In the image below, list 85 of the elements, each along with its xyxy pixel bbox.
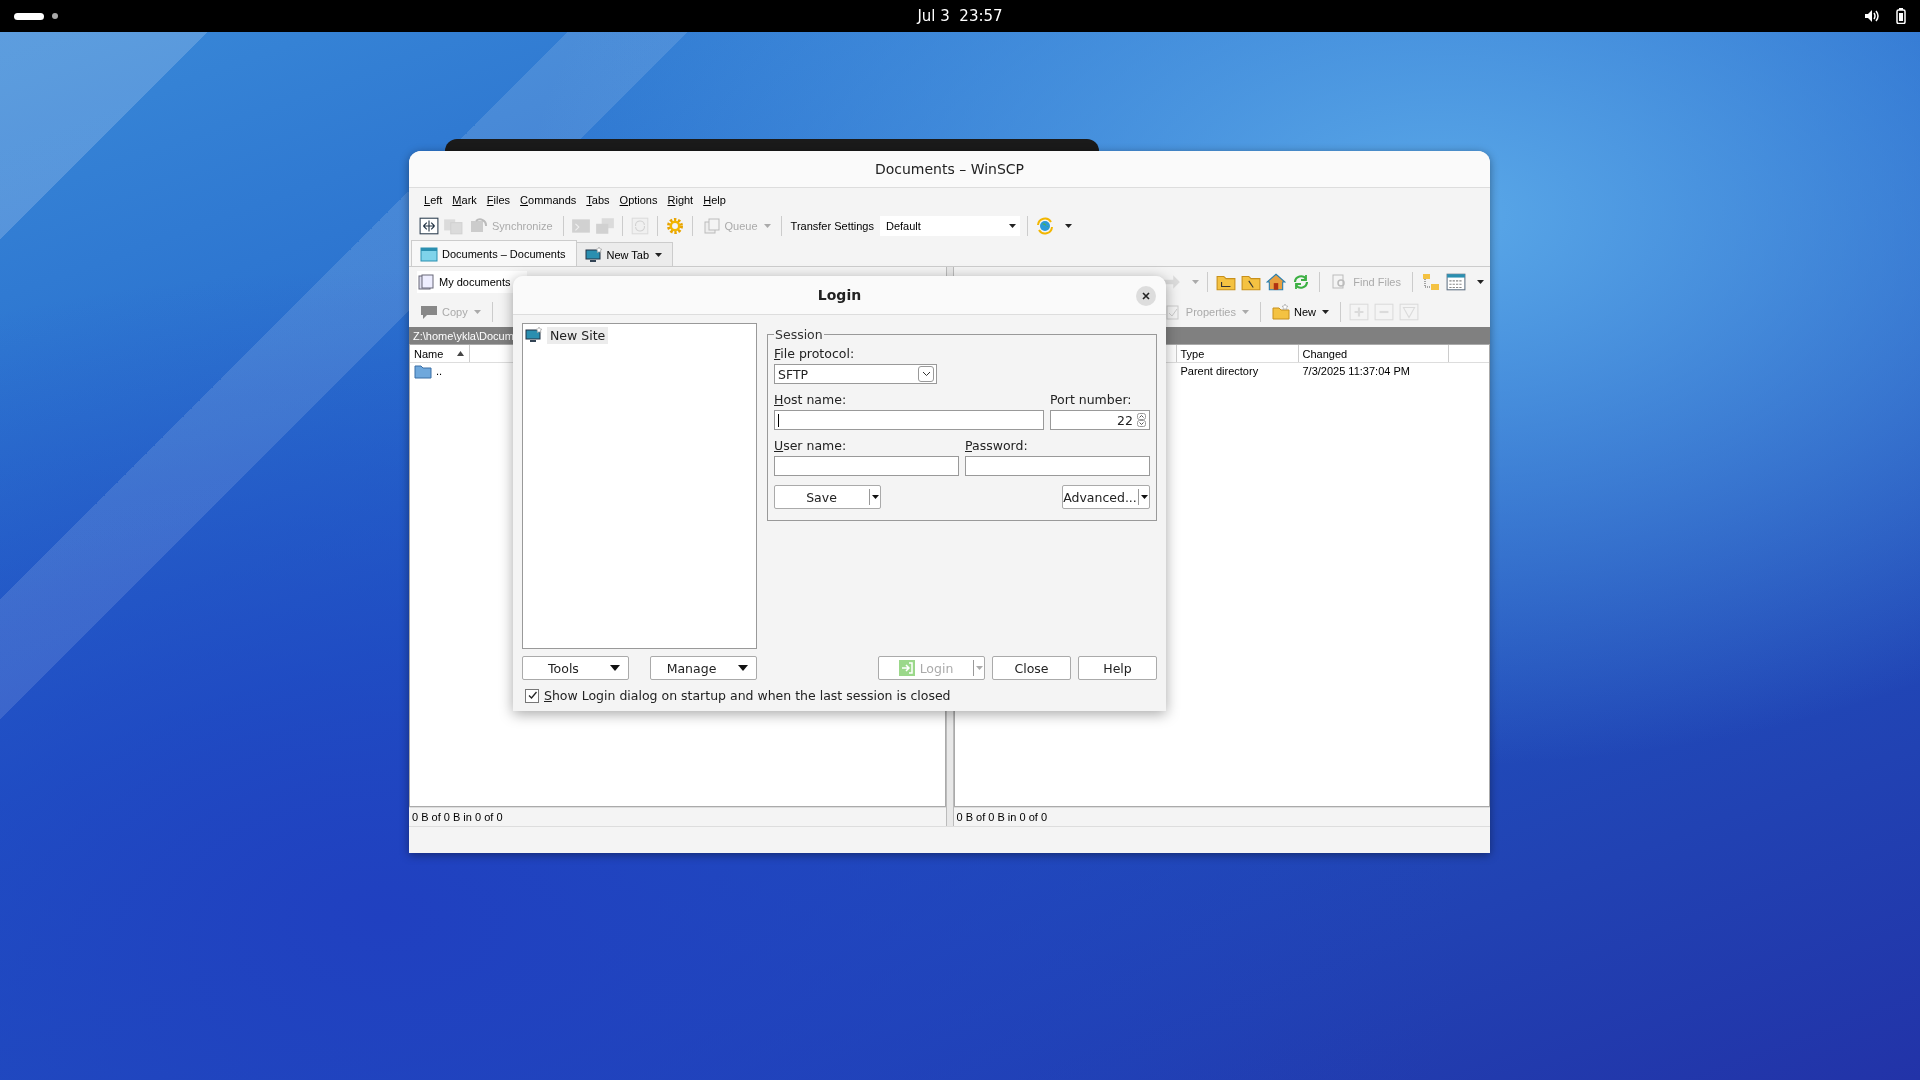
path-text: Z:\home\ykla\Docum <box>412 329 514 342</box>
root-folder-icon[interactable] <box>1241 273 1262 291</box>
transfer-settings-label: Transfer Settings <box>789 220 875 232</box>
folder-tree-icon[interactable] <box>1421 273 1441 291</box>
dropdown-arrow-icon <box>610 665 620 671</box>
workspace-dot-icon[interactable] <box>52 13 58 19</box>
settings-icon[interactable] <box>664 217 685 235</box>
dropdown-arrow-icon <box>1322 310 1329 314</box>
pages-icon <box>702 218 721 234</box>
folder-icon <box>414 363 432 379</box>
advanced-button[interactable]: Advanced... <box>1062 485 1150 509</box>
user-name-field[interactable] <box>774 456 959 476</box>
menu-item[interactable]: Right <box>662 194 699 206</box>
checkbox[interactable] <box>525 688 539 703</box>
parent-folder-icon[interactable] <box>1216 273 1237 291</box>
field-label: File protocol: <box>774 346 856 361</box>
close-icon <box>1142 292 1150 300</box>
dropdown-arrow-icon <box>763 224 771 228</box>
window-icon <box>420 245 438 262</box>
battery-icon[interactable] <box>1896 8 1906 24</box>
monitor-star-icon <box>584 246 603 263</box>
dropdown-arrow-icon <box>473 310 481 314</box>
help-button[interactable]: Help <box>1078 656 1157 680</box>
dropdown-arrow-icon <box>738 665 748 671</box>
host-name-field[interactable] <box>774 410 1044 430</box>
list-view-icon[interactable] <box>1446 273 1466 291</box>
home-icon[interactable] <box>1266 273 1287 291</box>
tab[interactable]: Documents – Documents <box>411 240 577 266</box>
documents-icon <box>417 274 435 290</box>
table-cell[interactable]: 7/3/2025 11:37:04 PM <box>1298 365 1449 377</box>
workspace-indicator-icon[interactable] <box>14 12 44 20</box>
spin-arrows-icon[interactable] <box>1137 413 1146 427</box>
monitor-star-icon <box>525 326 543 344</box>
login-icon <box>897 659 916 677</box>
menu-item[interactable]: Options <box>614 194 663 206</box>
file-protocol-dropdown[interactable]: SFTP <box>774 364 937 384</box>
field-label: Password: <box>965 438 1029 453</box>
group-label: Session <box>774 327 824 342</box>
folder-star-icon <box>1272 304 1290 320</box>
column-header[interactable]: Type <box>1176 345 1299 362</box>
close-button[interactable] <box>1136 286 1156 306</box>
compare-directories-icon[interactable] <box>419 217 439 235</box>
dropdown-arrow-icon <box>1140 495 1148 499</box>
site-item[interactable]: New Site <box>525 326 754 344</box>
dropdown-arrow-icon <box>1008 224 1016 228</box>
status-text: 0 B of 0 B in 0 of 0 <box>412 811 503 823</box>
window-title: Documents – WinSCP <box>874 161 1025 177</box>
port-number-field[interactable]: 22 <box>1050 410 1150 430</box>
dialog-title: Login <box>817 287 862 303</box>
dropdown-arrow-icon <box>655 252 663 257</box>
tools-button[interactable]: Tools <box>522 656 629 680</box>
table-cell[interactable]: Parent directory <box>1176 365 1299 377</box>
sort-arrow-icon <box>457 351 465 356</box>
chevron-down-icon <box>921 371 931 377</box>
dropdown-arrow-icon[interactable] <box>1477 280 1484 284</box>
menu-item[interactable]: Commands <box>515 194 582 206</box>
menu-item[interactable]: Tabs <box>581 194 615 206</box>
close-button[interactable]: Close <box>992 656 1071 680</box>
clock[interactable]: Jul 3 23:57 <box>917 7 1003 25</box>
save-button[interactable]: Save <box>774 485 881 509</box>
dropdown-arrow-icon[interactable] <box>1064 224 1072 228</box>
status-text: 0 B of 0 B in 0 of 0 <box>956 811 1047 823</box>
menu-item[interactable]: Mark <box>447 194 482 206</box>
field-label: User name: <box>774 438 848 453</box>
tab[interactable]: New Tab <box>575 242 674 266</box>
dropdown-arrow-icon <box>871 495 879 499</box>
dropdown-arrow-icon <box>1242 310 1249 314</box>
manage-button[interactable]: Manage <box>650 656 757 680</box>
location-dropdown[interactable]: My documents <box>417 271 527 293</box>
new-button[interactable]: New <box>1269 302 1332 322</box>
column-header[interactable]: Changed <box>1298 345 1449 362</box>
transfer-preset-dropdown[interactable]: Default <box>879 216 1020 236</box>
menu-item[interactable]: Files <box>481 194 516 206</box>
checkbox-label[interactable]: Show Login dialog on startup and when the last session is closed <box>544 688 951 703</box>
speech-bubble-icon <box>420 304 438 320</box>
menu-item[interactable]: Left <box>419 194 448 206</box>
column-header[interactable]: Name <box>410 345 470 362</box>
globe-sync-icon[interactable] <box>1034 217 1055 235</box>
dropdown-arrow-icon <box>975 666 983 670</box>
volume-icon[interactable] <box>1864 9 1880 23</box>
table-cell[interactable]: .. <box>410 363 470 379</box>
password-field[interactable] <box>965 456 1150 476</box>
field-label: Host name: <box>774 392 848 407</box>
field-label: Port number: <box>1050 392 1133 407</box>
menu-item[interactable]: Help <box>698 194 731 206</box>
